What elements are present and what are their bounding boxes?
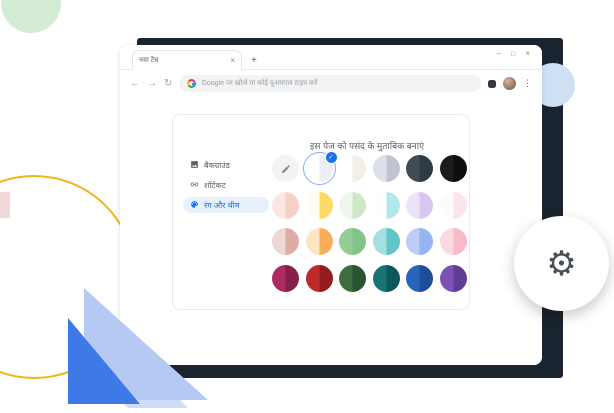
reload-icon[interactable]: ↻ xyxy=(164,79,172,89)
back-icon[interactable]: ← xyxy=(130,79,140,89)
tab-close-icon[interactable]: × xyxy=(230,57,235,65)
theme-swatch[interactable] xyxy=(406,192,433,219)
theme-swatch[interactable] xyxy=(306,228,333,255)
theme-swatch[interactable] xyxy=(406,155,433,182)
theme-swatch[interactable] xyxy=(373,155,400,182)
customize-panel: इस पेज को पसंद के मुताबिक बनाएं बैकग्राउ… xyxy=(172,114,470,310)
theme-swatch[interactable] xyxy=(272,228,299,255)
theme-swatch[interactable] xyxy=(440,155,467,182)
address-bar-placeholder: Google पर खोजें या कोई यूआरएल टाइप करें xyxy=(201,79,317,88)
sidebar-item-label: रंग और थीम xyxy=(204,200,240,211)
new-tab-button[interactable]: + xyxy=(251,56,257,66)
theme-swatch[interactable] xyxy=(373,265,400,292)
panel-heading: इस पेज को पसंद के मुताबिक बनाएं xyxy=(269,139,465,152)
custom-color-swatch[interactable] xyxy=(272,155,299,182)
theme-swatch[interactable] xyxy=(440,265,467,292)
close-icon[interactable]: × xyxy=(525,50,530,58)
theme-swatch[interactable] xyxy=(373,192,400,219)
swatch-grid: ✓ xyxy=(272,155,467,292)
decor-pink-square xyxy=(0,192,10,218)
gear-icon: ⚙ xyxy=(546,247,576,281)
decor-triangles xyxy=(60,280,210,413)
forward-icon[interactable]: → xyxy=(147,79,157,89)
pencil-icon xyxy=(272,155,299,182)
theme-swatch[interactable] xyxy=(339,265,366,292)
window-controls: – □ × xyxy=(497,50,530,58)
settings-fab[interactable]: ⚙ xyxy=(514,216,609,311)
sidebar-item-color-theme[interactable]: रंग और थीम xyxy=(183,197,269,213)
maximize-icon[interactable]: □ xyxy=(511,51,515,58)
image-icon xyxy=(190,160,199,171)
theme-swatch[interactable] xyxy=(373,228,400,255)
theme-swatch[interactable] xyxy=(306,192,333,219)
more-menu-icon[interactable]: ⋮ xyxy=(523,79,532,88)
selected-check-badge: ✓ xyxy=(325,151,338,164)
theme-swatch[interactable] xyxy=(339,155,366,182)
tab-strip: नया टैब × + – □ × xyxy=(120,45,542,70)
extensions-icon[interactable] xyxy=(488,80,496,88)
sidebar-item-label: बैकग्राउंड xyxy=(204,160,230,171)
browser-tab[interactable]: नया टैब × xyxy=(132,50,242,70)
theme-swatch[interactable] xyxy=(406,228,433,255)
theme-swatch[interactable] xyxy=(306,265,333,292)
theme-swatch[interactable] xyxy=(406,265,433,292)
sidebar-item-shortcuts[interactable]: शॉर्टकट xyxy=(183,177,269,193)
tab-title: नया टैब xyxy=(139,56,226,65)
theme-swatch[interactable]: ✓ xyxy=(306,155,333,182)
minimize-icon[interactable]: – xyxy=(497,50,501,58)
browser-toolbar: ← → ↻ Google पर खोजें या कोई यूआरएल टाइप… xyxy=(120,70,542,97)
sidebar-item-background[interactable]: बैकग्राउंड xyxy=(183,157,269,173)
theme-swatch[interactable] xyxy=(339,228,366,255)
scene: नया टैब × + – □ × ← → ↻ Google पर खोजें … xyxy=(0,0,614,413)
profile-avatar[interactable] xyxy=(503,77,516,90)
decor-green-circle xyxy=(1,0,61,33)
theme-swatch[interactable] xyxy=(272,192,299,219)
theme-swatch[interactable] xyxy=(339,192,366,219)
theme-swatch[interactable] xyxy=(440,192,467,219)
google-logo-icon xyxy=(187,79,196,88)
theme-swatch[interactable] xyxy=(272,265,299,292)
theme-swatch[interactable] xyxy=(440,228,467,255)
link-icon xyxy=(190,180,199,191)
address-bar[interactable]: Google पर खोजें या कोई यूआरएल टाइप करें xyxy=(179,75,481,92)
sidebar-item-label: शॉर्टकट xyxy=(204,180,226,191)
palette-icon xyxy=(190,200,199,211)
sidebar-menu: बैकग्राउंड शॉर्टकट रंग और थीम xyxy=(183,157,269,217)
